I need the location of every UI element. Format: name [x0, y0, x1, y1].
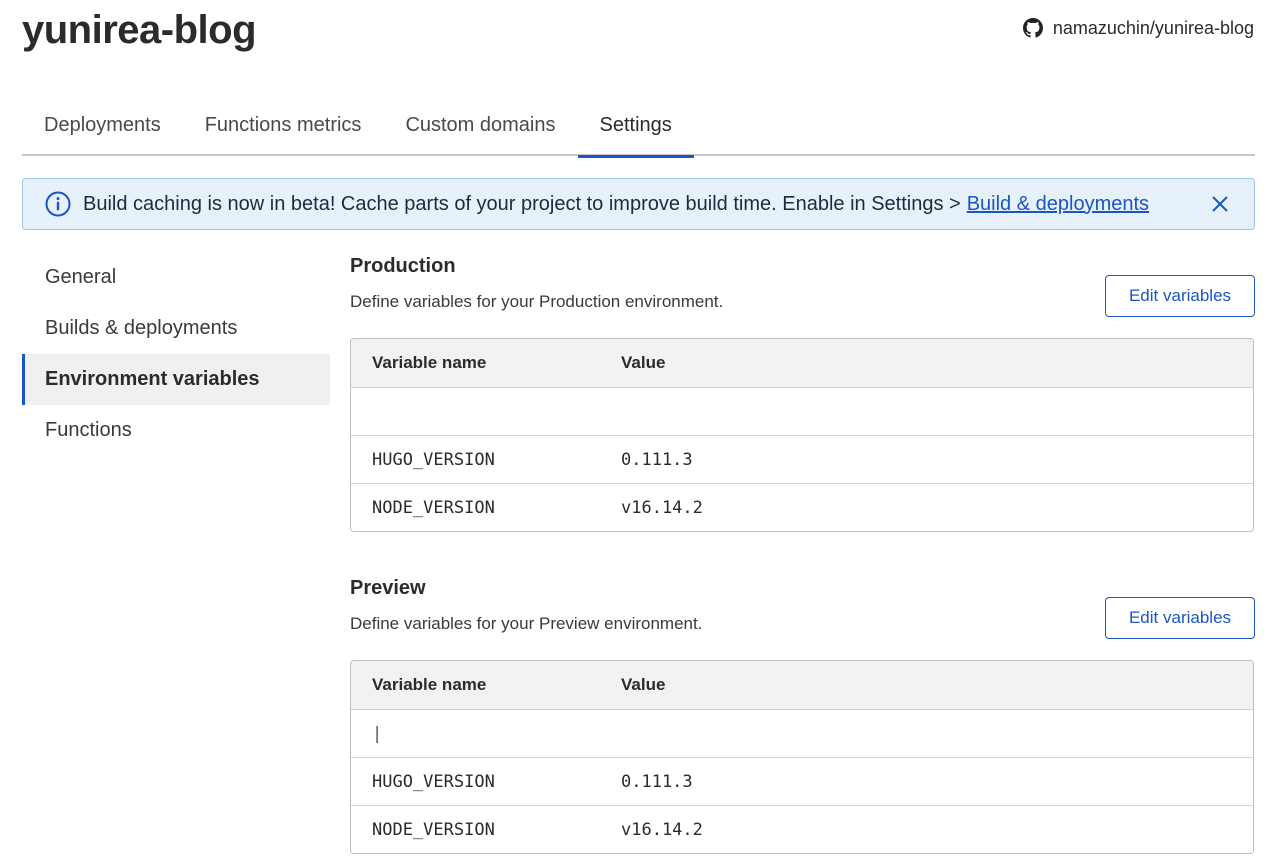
- column-header-name: Variable name: [372, 353, 487, 372]
- variable-value: v16.14.2: [621, 497, 703, 518]
- production-section: Production Define variables for your Pro…: [350, 254, 1255, 534]
- preview-section: Preview Define variables for your Previe…: [350, 576, 1255, 856]
- column-header-name: Variable name: [372, 675, 487, 694]
- variable-value: v16.14.2: [621, 819, 703, 840]
- table-row[interactable]: HUGO_VERSION 0.111.3: [351, 435, 1253, 483]
- table-header: Variable name Value: [351, 339, 1253, 387]
- production-variables-table: Variable name Value HUGO_VERSION 0.111.3…: [350, 338, 1254, 532]
- close-icon[interactable]: [1208, 192, 1232, 216]
- info-icon: [45, 191, 71, 217]
- repo-label: namazuchin/yunirea-blog: [1052, 18, 1254, 38]
- column-header-value: Value: [621, 675, 666, 694]
- sidebar-item-environment-variables[interactable]: Environment variables: [22, 354, 330, 405]
- variable-value: 0.111.3: [621, 449, 693, 470]
- repo-link[interactable]: namazuchin/yunirea-blog: [1022, 17, 1254, 39]
- sidebar-item-functions[interactable]: Functions: [22, 405, 330, 456]
- table-row[interactable]: NODE_VERSION v16.14.2: [351, 483, 1253, 531]
- sidebar-item-general[interactable]: General: [22, 252, 330, 303]
- build-deployments-link[interactable]: Build & deployments: [967, 193, 1149, 216]
- tab-custom-domains[interactable]: Custom domains: [383, 100, 577, 156]
- github-icon: [1022, 18, 1043, 38]
- preview-edit-variables-button[interactable]: Edit variables: [1105, 597, 1255, 639]
- column-header-value: Value: [621, 353, 666, 372]
- preview-variables-table: Variable name Value | HUGO_VERSION 0.111…: [350, 660, 1254, 854]
- tab-functions-metrics[interactable]: Functions metrics: [183, 100, 384, 156]
- project-title: yunirea-blog: [22, 8, 257, 52]
- build-caching-banner: Build caching is now in beta! Cache part…: [22, 178, 1255, 230]
- variable-value: 0.111.3: [621, 771, 693, 792]
- variable-name: NODE_VERSION: [372, 497, 495, 518]
- table-header: Variable name Value: [351, 661, 1253, 709]
- tab-bar: Deployments Functions metrics Custom dom…: [22, 100, 1255, 158]
- table-row[interactable]: NODE_VERSION v16.14.2: [351, 805, 1253, 853]
- variable-name: HUGO_VERSION: [372, 449, 495, 470]
- banner-message: Build caching is now in beta! Cache part…: [83, 192, 961, 215]
- production-edit-variables-button[interactable]: Edit variables: [1105, 275, 1255, 317]
- variable-name: HUGO_VERSION: [372, 771, 495, 792]
- sidebar-item-builds-deployments[interactable]: Builds & deployments: [22, 303, 330, 354]
- tab-deployments[interactable]: Deployments: [22, 100, 183, 156]
- table-row[interactable]: HUGO_VERSION 0.111.3: [351, 757, 1253, 805]
- settings-side-nav: General Builds & deployments Environment…: [22, 252, 330, 456]
- tab-settings[interactable]: Settings: [577, 100, 695, 158]
- table-row[interactable]: |: [351, 709, 1253, 757]
- table-row[interactable]: [351, 387, 1253, 435]
- variable-name: NODE_VERSION: [372, 819, 495, 840]
- variable-name: |: [372, 723, 383, 744]
